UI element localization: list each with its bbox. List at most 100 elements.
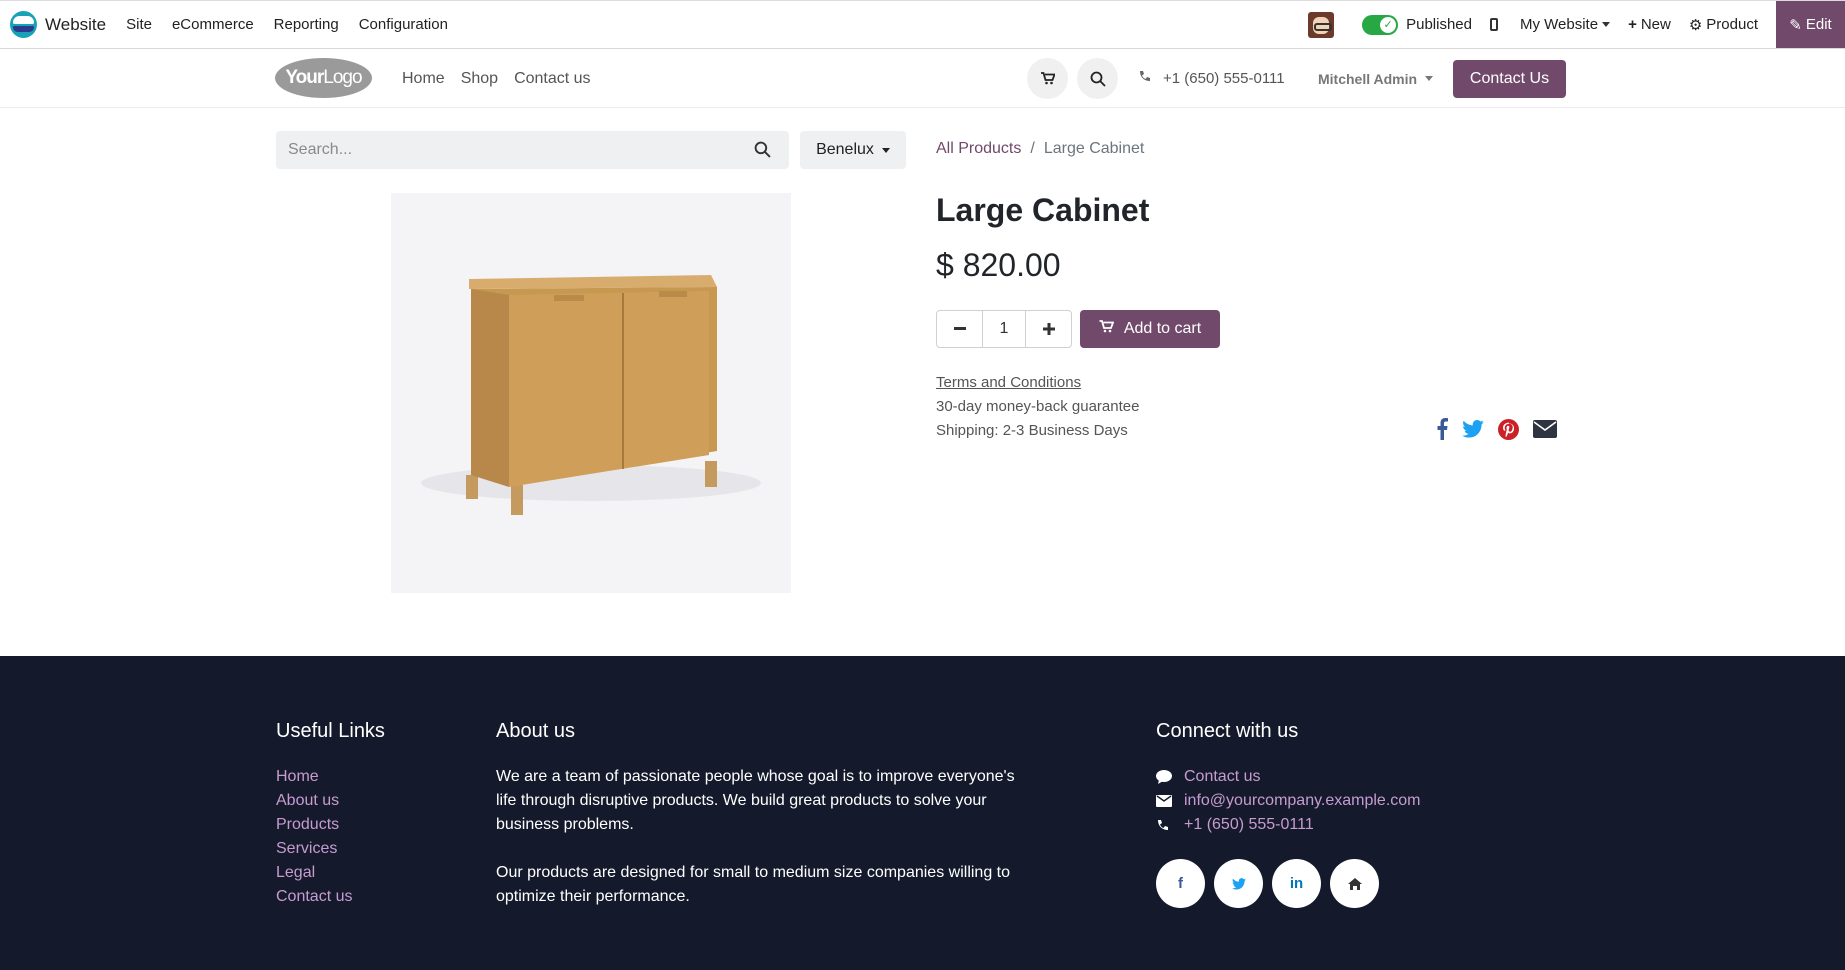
plus-icon: + (1628, 16, 1637, 33)
header-phone-number: +1 (650) 555-0111 (1163, 70, 1285, 87)
caret-down-icon (1425, 76, 1434, 81)
app-name: Website (45, 14, 107, 34)
cart-icon (1099, 320, 1115, 338)
connect-title: Connect with us (1156, 720, 1299, 742)
product-title: Large Cabinet (936, 192, 1150, 228)
published-toggle[interactable]: ✓ (1362, 14, 1399, 35)
site-header: YourLogo Home Shop Contact us +1 (650) 5… (0, 49, 1845, 108)
footer-phone: +1 (650) 555-0111 (1184, 816, 1314, 833)
footer-contact-label: Contact us (1184, 768, 1261, 785)
cart-button[interactable] (1027, 58, 1068, 99)
search-icon[interactable] (754, 141, 771, 163)
admin-menu: Site eCommerce Reporting Configuration (116, 16, 458, 33)
about-paragraph-2: Our products are designed for small to m… (496, 864, 1011, 905)
caret-down-icon (1602, 22, 1611, 27)
footer-link-services[interactable]: Services (276, 837, 385, 861)
menu-ecommerce[interactable]: eCommerce (162, 16, 264, 33)
add-to-cart-button[interactable]: Add to cart (1080, 310, 1220, 348)
phone-icon (1138, 70, 1151, 87)
envelope-icon (1156, 795, 1176, 807)
new-label: New (1640, 16, 1671, 33)
minus-icon (953, 327, 966, 330)
header-contact-us-button[interactable]: Contact Us (1453, 60, 1566, 98)
mobile-preview-icon[interactable] (1489, 18, 1498, 31)
footer-link-about-us[interactable]: About us (276, 789, 385, 813)
pinterest-icon[interactable] (1498, 418, 1519, 440)
footer-email: info@yourcompany.example.com (1184, 792, 1421, 809)
footer-connect: Connect with us Contact us info@yourcomp… (1156, 720, 1421, 908)
facebook-icon[interactable]: f (1156, 859, 1205, 908)
new-button[interactable]: + New (1628, 16, 1671, 33)
add-to-cart-label: Add to cart (1123, 320, 1202, 337)
useful-links-title: Useful Links (276, 720, 385, 742)
edit-button[interactable]: ✎ Edit (1776, 1, 1845, 48)
nav-contact-us[interactable]: Contact us (506, 70, 598, 88)
product-settings-button[interactable]: ⚙ Product (1689, 16, 1758, 34)
quantity-input[interactable] (982, 311, 1026, 347)
decrease-quantity-button[interactable] (937, 311, 982, 347)
about-paragraph-1: We are a team of passionate people whose… (496, 768, 1015, 833)
pricelist-dropdown[interactable]: Benelux (800, 131, 906, 169)
website-switcher[interactable]: My Website (1519, 16, 1611, 33)
breadcrumb-current: Large Cabinet (1043, 140, 1145, 157)
envelope-icon[interactable] (1533, 420, 1557, 438)
footer-phone-link[interactable]: +1 (650) 555-0111 (1156, 813, 1421, 837)
menu-reporting[interactable]: Reporting (264, 16, 349, 33)
footer-about: About us We are a team of passionate peo… (496, 720, 1016, 909)
cart-icon (1040, 72, 1055, 85)
website-app-icon (10, 11, 37, 38)
facebook-icon[interactable] (1436, 418, 1448, 440)
footer-link-contact-us[interactable]: Contact us (276, 885, 385, 909)
app-brand[interactable]: Website (10, 11, 106, 38)
logo-text: Logo (323, 67, 362, 88)
cabinet-illustration (421, 275, 761, 515)
increase-quantity-button[interactable] (1026, 311, 1071, 347)
twitter-icon[interactable] (1214, 859, 1263, 908)
footer-useful-links: Useful Links Home About us Products Serv… (276, 720, 385, 909)
footer-link-legal[interactable]: Legal (276, 861, 385, 885)
product-price: $ 820.00 (936, 247, 1061, 283)
published-label[interactable]: Published (1406, 16, 1472, 33)
product-image[interactable] (391, 193, 791, 593)
user-name: Mitchell Admin (1318, 70, 1418, 87)
terms-and-conditions-link[interactable]: Terms and Conditions (936, 374, 1081, 391)
site-logo[interactable]: YourLogo (275, 58, 372, 98)
breadcrumb-all-products[interactable]: All Products (936, 140, 1021, 157)
linkedin-icon[interactable]: in (1272, 859, 1321, 908)
about-title: About us (496, 720, 575, 742)
quantity-stepper (936, 310, 1072, 348)
product-label: Product (1706, 16, 1758, 33)
logo-text-bold: Your (285, 67, 324, 88)
nav-shop[interactable]: Shop (453, 70, 506, 88)
breadcrumb: All Products / Large Cabinet (936, 140, 1144, 158)
footer-link-products[interactable]: Products (276, 813, 385, 837)
share-links (1436, 418, 1571, 440)
home-icon[interactable] (1330, 859, 1379, 908)
user-menu[interactable]: Mitchell Admin (1318, 49, 1434, 108)
nav-home[interactable]: Home (394, 70, 453, 88)
site-footer: Useful Links Home About us Products Serv… (0, 656, 1845, 970)
footer-email-link[interactable]: info@yourcompany.example.com (1156, 789, 1421, 813)
header-search-button[interactable] (1077, 58, 1118, 99)
twitter-icon[interactable] (1462, 420, 1484, 438)
check-icon: ✓ (1380, 16, 1397, 33)
plus-icon (1042, 323, 1055, 335)
footer-contact-link[interactable]: Contact us (1156, 765, 1421, 789)
odoo-admin-bar: Website Site eCommerce Reporting Configu… (0, 0, 1845, 49)
phone-icon (1156, 819, 1176, 832)
avatar[interactable] (1308, 11, 1335, 38)
admin-right-controls: ✓ Published My Website + New ⚙ Product ✎… (1308, 1, 1845, 48)
website-switcher-label: My Website (1519, 16, 1599, 33)
edit-label: Edit (1805, 16, 1832, 33)
search-icon (1090, 71, 1106, 87)
menu-configuration[interactable]: Configuration (349, 16, 458, 33)
footer-link-home[interactable]: Home (276, 765, 385, 789)
menu-site[interactable]: Site (116, 16, 162, 33)
shipping-text: Shipping: 2-3 Business Days (936, 422, 1128, 439)
pricelist-label: Benelux (816, 141, 874, 158)
header-phone[interactable]: +1 (650) 555-0111 (1138, 49, 1285, 108)
product-search (276, 131, 789, 169)
pencil-icon: ✎ (1789, 16, 1802, 34)
social-links: f in (1156, 859, 1421, 908)
search-input[interactable] (276, 132, 736, 168)
